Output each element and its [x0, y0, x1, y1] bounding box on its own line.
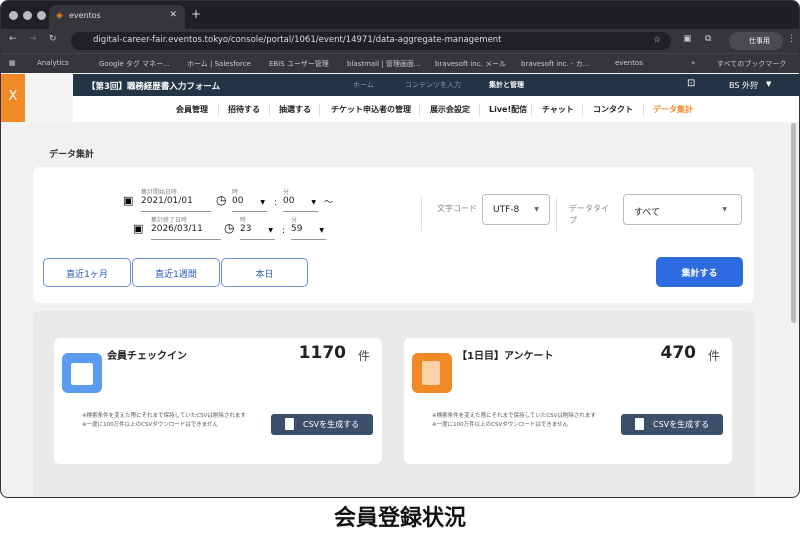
- browser-tab[interactable]: ◈ eventos ✕: [49, 5, 185, 29]
- all-bookmarks[interactable]: すべてのブックマーク: [717, 59, 786, 69]
- address-bar-row: ← → ↻ digital-career-fair.eventos.tokyo/…: [1, 29, 799, 53]
- start-minute-select[interactable]: 分 00 ▼: [283, 187, 318, 212]
- maximize-window-button[interactable]: [37, 11, 46, 20]
- card-unit: 件: [707, 349, 720, 363]
- subnav-invite[interactable]: 招待する: [228, 104, 260, 115]
- bookmark-item[interactable]: EBiS ユーザー管理: [269, 59, 329, 69]
- new-tab-button[interactable]: +: [191, 7, 201, 21]
- result-card-checkin: 会員チェックイン 1170 件 ※検索条件を変えた際にそれまで保持していたCSV…: [54, 338, 382, 464]
- generate-csv-button[interactable]: CSVを生成する: [621, 414, 723, 435]
- profile-button[interactable]: 仕事用: [729, 32, 783, 50]
- subnav-live[interactable]: Live!配信: [489, 104, 527, 115]
- bookmark-item[interactable]: Google タグ マネー...: [99, 59, 170, 69]
- bookmark-item[interactable]: ホーム | Salesforce: [187, 59, 251, 69]
- top-nav-bar: 【第3回】職務経歴書入力フォーム ホーム コンテンツを入力 集計と管理 ⊡ BS…: [73, 74, 799, 96]
- id-card-icon: [62, 353, 102, 393]
- event-thumbnail: [25, 74, 73, 122]
- top-nav-content[interactable]: コンテンツを入力: [405, 80, 461, 90]
- minimize-window-button[interactable]: [23, 11, 32, 20]
- clock-icon: ◷: [216, 193, 227, 207]
- tab-title: eventos: [69, 11, 101, 20]
- card-unit: 件: [357, 349, 370, 363]
- chevron-down-icon[interactable]: ▼: [766, 80, 771, 88]
- menu-icon[interactable]: ⋮: [787, 34, 796, 44]
- last-month-button[interactable]: 直近1ヶ月: [43, 258, 131, 287]
- star-icon[interactable]: ☆: [653, 35, 661, 45]
- clock-icon: ◷: [224, 221, 235, 235]
- more-bookmarks-icon[interactable]: »: [691, 59, 695, 67]
- range-tilde: 〜: [324, 198, 334, 208]
- today-button[interactable]: 本日: [221, 258, 308, 287]
- card-count: 1170: [298, 343, 346, 363]
- bookmark-item[interactable]: bravesoft inc. メール: [435, 59, 506, 69]
- subnav-ticket[interactable]: チケット申込者の管理: [331, 104, 411, 115]
- forward-icon[interactable]: →: [29, 34, 37, 44]
- generate-csv-button[interactable]: CSVを生成する: [271, 414, 373, 435]
- filter-panel: ▣ 集計開始日時 2021/01/01 ◷ 時 00 ▼ : 分 00 ▼ 〜 ▣ 集計終…: [33, 167, 754, 303]
- apps-icon[interactable]: ▦: [9, 59, 16, 67]
- close-sidebar-button[interactable]: X: [1, 74, 25, 122]
- reload-icon[interactable]: ↻: [49, 34, 57, 44]
- top-nav-home[interactable]: ホーム: [353, 80, 374, 90]
- card-note: ※検索条件を変えた際にそれまで保持していたCSVは削除されます ※一度に100万件…: [432, 413, 596, 428]
- bookmarks-bar: ▦ Analytics Google タグ マネー... ホーム | Sales…: [1, 53, 799, 73]
- bookmark-item[interactable]: Analytics: [37, 59, 69, 67]
- csv-file-icon: [635, 418, 644, 430]
- profile-label: 仕事用: [749, 37, 770, 45]
- sub-nav: 会員管理 招待する 抽選する チケット申込者の管理 展示会設定 Live!配信 …: [73, 96, 799, 122]
- bookmark-item[interactable]: eventos: [615, 59, 643, 67]
- csv-file-icon: [285, 418, 294, 430]
- data-type-label: データタイプ: [569, 204, 609, 225]
- subnav-lottery[interactable]: 抽選する: [279, 104, 311, 115]
- puzzle-icon[interactable]: ⧉: [705, 34, 711, 44]
- subnav-chat[interactable]: チャット: [542, 104, 574, 115]
- last-week-button[interactable]: 直近1週間: [132, 258, 220, 287]
- subnav-contact[interactable]: コンタクト: [593, 104, 633, 115]
- card-note: ※検索条件を変えた際にそれまで保持していたCSVは削除されます ※一度に100万件…: [82, 413, 246, 428]
- calendar-icon: ▣: [123, 194, 134, 207]
- close-tab-icon[interactable]: ✕: [169, 10, 177, 20]
- browser-window: ◈ eventos ✕ + ← → ↻ digital-career-fair.ev…: [0, 0, 800, 498]
- close-window-button[interactable]: [9, 11, 18, 20]
- url-input[interactable]: digital-career-fair.eventos.tokyo/consol…: [71, 32, 671, 50]
- clipboard-icon: [412, 353, 452, 393]
- page-title: データ集計: [49, 150, 95, 160]
- caption: 会員登録状況: [333, 506, 466, 531]
- eventos-favicon-icon: ◈: [56, 11, 63, 21]
- user-menu[interactable]: BS 外狩: [729, 80, 758, 91]
- results-area: 会員チェックイン 1170 件 ※検索条件を変えた際にそれまで保持していたCSV…: [33, 311, 754, 497]
- card-title: 会員チェックイン: [107, 351, 187, 362]
- tab-bar: ◈ eventos ✕ +: [1, 1, 799, 29]
- back-icon[interactable]: ←: [9, 34, 17, 44]
- result-card-survey: 【1日目】アンケート 470 件 ※検索条件を変えた際にそれまで保持していたCS…: [404, 338, 732, 464]
- bookmark-item[interactable]: blastmail | 管理画面...: [347, 59, 421, 69]
- bookmark-item[interactable]: bravesoft inc. - カ...: [521, 59, 589, 69]
- encoding-select[interactable]: UTF-8 ▼: [482, 194, 550, 225]
- extension-icon[interactable]: ▣: [683, 34, 692, 44]
- aggregate-button[interactable]: 集計する: [656, 257, 743, 287]
- subnav-members[interactable]: 会員管理: [176, 104, 208, 115]
- app-header: X 【第3回】職務経歴書入力フォーム ホーム コンテンツを入力 集計と管理 ⊡ …: [1, 74, 799, 122]
- end-minute-select[interactable]: 分 59 ▼: [291, 215, 326, 240]
- event-title: 【第3回】職務経歴書入力フォーム: [87, 82, 221, 92]
- scrollbar[interactable]: [791, 123, 796, 323]
- top-nav-aggregate[interactable]: 集計と管理: [489, 80, 524, 90]
- end-date-field[interactable]: 集計終了日時 2026/03/11: [151, 215, 221, 240]
- url-text: digital-career-fair.eventos.tokyo/consol…: [93, 35, 502, 45]
- start-hour-select[interactable]: 時 00 ▼: [232, 187, 267, 212]
- preview-icon[interactable]: ⊡: [687, 78, 695, 89]
- calendar-icon: ▣: [133, 222, 144, 235]
- card-title: 【1日目】アンケート: [457, 351, 554, 362]
- data-type-select[interactable]: すべて ▼: [623, 194, 742, 225]
- encoding-label: 文字コード: [437, 204, 477, 213]
- start-date-field[interactable]: 集計開始日時 2021/01/01: [141, 187, 211, 212]
- card-count: 470: [660, 343, 697, 363]
- subnav-data-aggregate[interactable]: データ集計: [653, 104, 693, 115]
- subnav-exhibition[interactable]: 展示会設定: [430, 104, 470, 115]
- end-hour-select[interactable]: 時 23 ▼: [240, 215, 275, 240]
